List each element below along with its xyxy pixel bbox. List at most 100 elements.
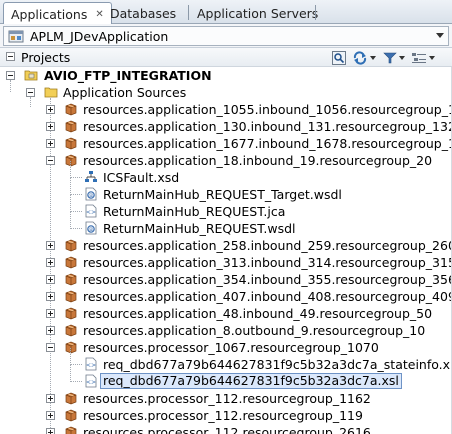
file-label: req_dbd677a79b644627831f9c5b32a3dc7a.xsl bbox=[100, 373, 402, 389]
tree-node-project[interactable]: AVIO_FTP_INTEGRATION bbox=[0, 67, 452, 84]
package-label: resources.application_313.inbound_314.re… bbox=[83, 255, 452, 270]
xml-file-icon: <> bbox=[85, 374, 97, 388]
package-icon bbox=[65, 426, 77, 434]
package-icon bbox=[65, 239, 77, 252]
tree-guide-line bbox=[70, 228, 82, 229]
tree-guide-line bbox=[70, 177, 82, 178]
tree-node-file[interactable]: <> ReturnMainHub_REQUEST.jca bbox=[0, 195, 452, 220]
folder-label: Application Sources bbox=[63, 85, 187, 100]
project-folder-icon bbox=[24, 70, 38, 81]
tree-node-package[interactable]: resources.application_48.inbound_49.reso… bbox=[0, 305, 452, 322]
svg-text:@: @ bbox=[89, 193, 94, 199]
collapse-toggle[interactable] bbox=[6, 52, 15, 61]
tree-node-package[interactable]: resources.application_1055.inbound_1056.… bbox=[0, 101, 452, 118]
list-view-icon bbox=[412, 52, 426, 63]
tree-guide-line bbox=[70, 195, 71, 212]
tree-node-application-sources[interactable]: Application Sources bbox=[0, 84, 452, 101]
xml-file-icon: <> bbox=[85, 357, 97, 371]
xsd-schema-icon bbox=[85, 171, 97, 182]
package-icon bbox=[65, 120, 77, 133]
tree-node-package[interactable]: resources.processor_112.resourcegroup_11… bbox=[0, 390, 452, 407]
expand-toggle[interactable] bbox=[46, 326, 55, 335]
tree-node-file[interactable]: <> req_dbd677a79b644627831f9c5b32a3dc7a.x… bbox=[0, 365, 452, 390]
collapse-toggle[interactable] bbox=[6, 71, 15, 80]
search-icon bbox=[332, 50, 346, 65]
expand-toggle[interactable] bbox=[46, 275, 55, 284]
expand-toggle[interactable] bbox=[46, 394, 55, 403]
tree-node-package[interactable]: resources.processor_1067.resourcegroup_1… bbox=[0, 339, 452, 356]
sync-button[interactable] bbox=[352, 50, 376, 65]
tree-node-package[interactable]: resources.application_258.inbound_259.re… bbox=[0, 237, 452, 254]
expand-toggle[interactable] bbox=[46, 122, 55, 131]
package-label: resources.application_18.inbound_19.reso… bbox=[83, 153, 433, 168]
expand-toggle[interactable] bbox=[46, 292, 55, 301]
tree-node-package[interactable]: resources.application_130.inbound_131.re… bbox=[0, 118, 452, 135]
expand-toggle[interactable] bbox=[46, 241, 55, 250]
package-label: resources.application_354.inbound_355.re… bbox=[83, 272, 452, 287]
application-dropdown[interactable]: APLM_JDevApplication bbox=[3, 26, 449, 46]
tree-guide-line bbox=[70, 194, 82, 195]
file-label: ReturnMainHub_REQUEST.jca bbox=[103, 204, 286, 219]
expand-toggle[interactable] bbox=[46, 411, 55, 420]
tree-guide-line bbox=[70, 364, 82, 365]
collapse-toggle[interactable] bbox=[26, 88, 35, 97]
application-selector-row: APLM_JDevApplication bbox=[0, 24, 452, 48]
file-label: ICSFault.xsd bbox=[103, 170, 180, 185]
tree-node-package[interactable]: resources.application_18.inbound_19.reso… bbox=[0, 152, 452, 169]
svg-text:<>: <> bbox=[86, 209, 96, 216]
application-icon bbox=[8, 30, 24, 43]
tab-label: Application Servers bbox=[197, 5, 319, 21]
tree-guide-line bbox=[70, 348, 71, 365]
collapse-toggle[interactable] bbox=[46, 343, 55, 352]
svg-text:<>: <> bbox=[86, 362, 96, 369]
tree-node-file[interactable]: @ ReturnMainHub_REQUEST_Target.wsdl bbox=[0, 178, 452, 203]
package-label: resources.application_407.inbound_408.re… bbox=[83, 289, 452, 304]
expand-toggle[interactable] bbox=[46, 309, 55, 318]
tree-node-package[interactable]: resources.application_8.outbound_9.resou… bbox=[0, 322, 452, 339]
package-icon bbox=[65, 103, 77, 116]
tree-node-package[interactable]: resources.application_407.inbound_408.re… bbox=[0, 288, 452, 305]
file-label: req_dbd677a79b644627831f9c5b32a3dc7a_sta… bbox=[103, 357, 452, 372]
application-name: APLM_JDevApplication bbox=[30, 28, 169, 44]
expand-toggle[interactable] bbox=[46, 105, 55, 114]
expand-toggle[interactable] bbox=[46, 139, 55, 148]
tab-label: Databases bbox=[110, 5, 177, 21]
collapse-toggle[interactable] bbox=[46, 156, 55, 165]
expand-toggle[interactable] bbox=[46, 428, 55, 434]
package-label: resources.processor_112.resourcegroup_26… bbox=[83, 425, 371, 434]
tree-guide-line bbox=[70, 161, 71, 178]
tree-node-package[interactable]: resources.application_354.inbound_355.re… bbox=[0, 271, 452, 288]
tree-node-package[interactable]: resources.application_1677.inbound_1678.… bbox=[0, 135, 452, 152]
package-icon bbox=[65, 409, 77, 422]
tree-node-file[interactable]: <> req_dbd677a79b644627831f9c5b32a3dc7a_s… bbox=[0, 348, 452, 373]
tree-node-package[interactable]: resources.processor_112.resourcegroup_26… bbox=[0, 424, 452, 434]
folder-icon bbox=[44, 87, 58, 98]
projects-panel-header: Projects bbox=[0, 48, 452, 67]
tab-applications[interactable]: Applications ✕ bbox=[3, 2, 112, 25]
tab-label: Applications bbox=[11, 6, 88, 22]
tree-guide-line bbox=[10, 80, 11, 92]
tree-node-file[interactable]: @ ReturnMainHub_REQUEST.wsdl bbox=[0, 212, 452, 237]
refresh-icon bbox=[353, 50, 367, 65]
tree-node-package[interactable]: resources.processor_112.resourcegroup_11… bbox=[0, 407, 452, 424]
expand-toggle[interactable] bbox=[46, 258, 55, 267]
tab-separator bbox=[315, 5, 316, 20]
package-icon bbox=[65, 154, 77, 167]
svg-text:<>: <> bbox=[86, 379, 96, 386]
tab-databases[interactable]: Databases bbox=[103, 2, 183, 24]
tree-node-package[interactable]: resources.application_313.inbound_314.re… bbox=[0, 254, 452, 271]
view-options-button[interactable] bbox=[411, 50, 435, 65]
jca-file-icon: <> bbox=[85, 204, 97, 218]
filter-button[interactable] bbox=[383, 50, 405, 65]
package-icon bbox=[65, 392, 77, 405]
tab-application-servers[interactable]: Application Servers bbox=[190, 2, 325, 24]
package-label: resources.processor_112.resourcegroup_11… bbox=[83, 391, 371, 406]
find-button[interactable] bbox=[332, 50, 346, 65]
package-icon bbox=[65, 307, 77, 320]
package-icon bbox=[65, 324, 77, 337]
file-label: ReturnMainHub_REQUEST_Target.wsdl bbox=[103, 187, 342, 202]
navigator-tab-bar: Applications ✕ Databases Application Ser… bbox=[0, 0, 452, 25]
package-icon bbox=[65, 341, 77, 354]
tab-separator bbox=[188, 5, 189, 20]
tree-node-file[interactable]: ICSFault.xsd bbox=[0, 161, 452, 186]
